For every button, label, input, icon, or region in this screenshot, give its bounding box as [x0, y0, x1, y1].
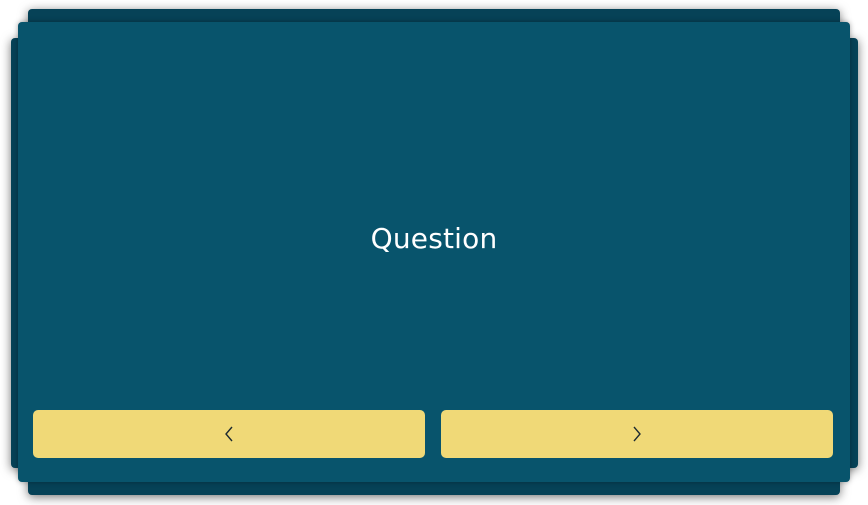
flashcard[interactable]: Question: [18, 22, 850, 482]
question-text: Question: [370, 222, 498, 255]
chevron-left-icon: [225, 426, 233, 442]
chevron-right-icon: [633, 426, 641, 442]
flashcard-stage: Question: [0, 0, 868, 505]
previous-button[interactable]: [33, 410, 425, 458]
next-button[interactable]: [441, 410, 833, 458]
